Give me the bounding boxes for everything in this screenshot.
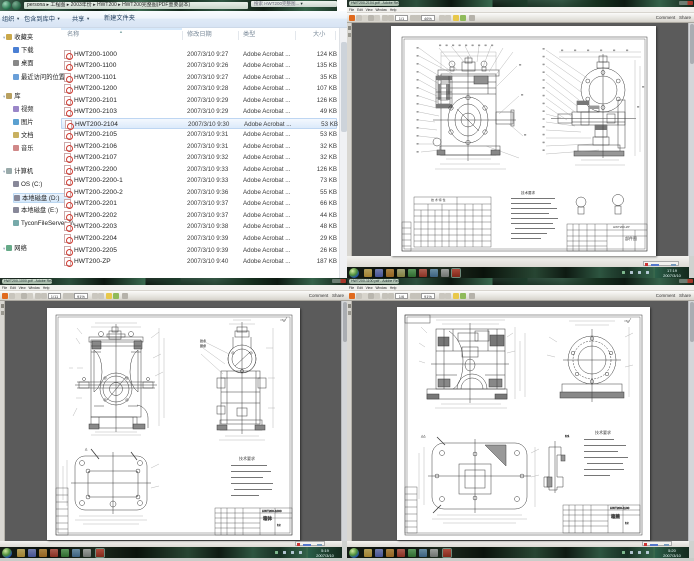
svg-text:技术要求: 技术要求 xyxy=(239,455,255,461)
svg-text:1:2: 1:2 xyxy=(277,524,281,527)
svg-text:HWT200-ZP: HWT200-ZP xyxy=(613,225,630,229)
svg-text:要求: 要求 xyxy=(200,343,206,348)
svg-text:HWT200-1100: HWT200-1100 xyxy=(610,506,630,510)
svg-text:HWT200-1000: HWT200-1000 xyxy=(262,509,282,513)
svg-text:技术: 技术 xyxy=(200,338,206,343)
svg-text:技术要求: 技术要求 xyxy=(595,429,611,435)
svg-text:箱盖: 箱盖 xyxy=(611,513,620,520)
svg-text:△△: △△ xyxy=(421,434,426,438)
svg-text:部件图: 部件图 xyxy=(625,235,637,241)
svg-text:1:2: 1:2 xyxy=(625,522,629,525)
svg-text:技术要求: 技术要求 xyxy=(521,190,535,195)
svg-text:1:1: 1:1 xyxy=(565,434,570,438)
svg-text:箱体: 箱体 xyxy=(263,515,272,522)
svg-text:技 术 特 性: 技 术 特 性 xyxy=(431,197,446,202)
svg-text:△: △ xyxy=(85,447,88,451)
